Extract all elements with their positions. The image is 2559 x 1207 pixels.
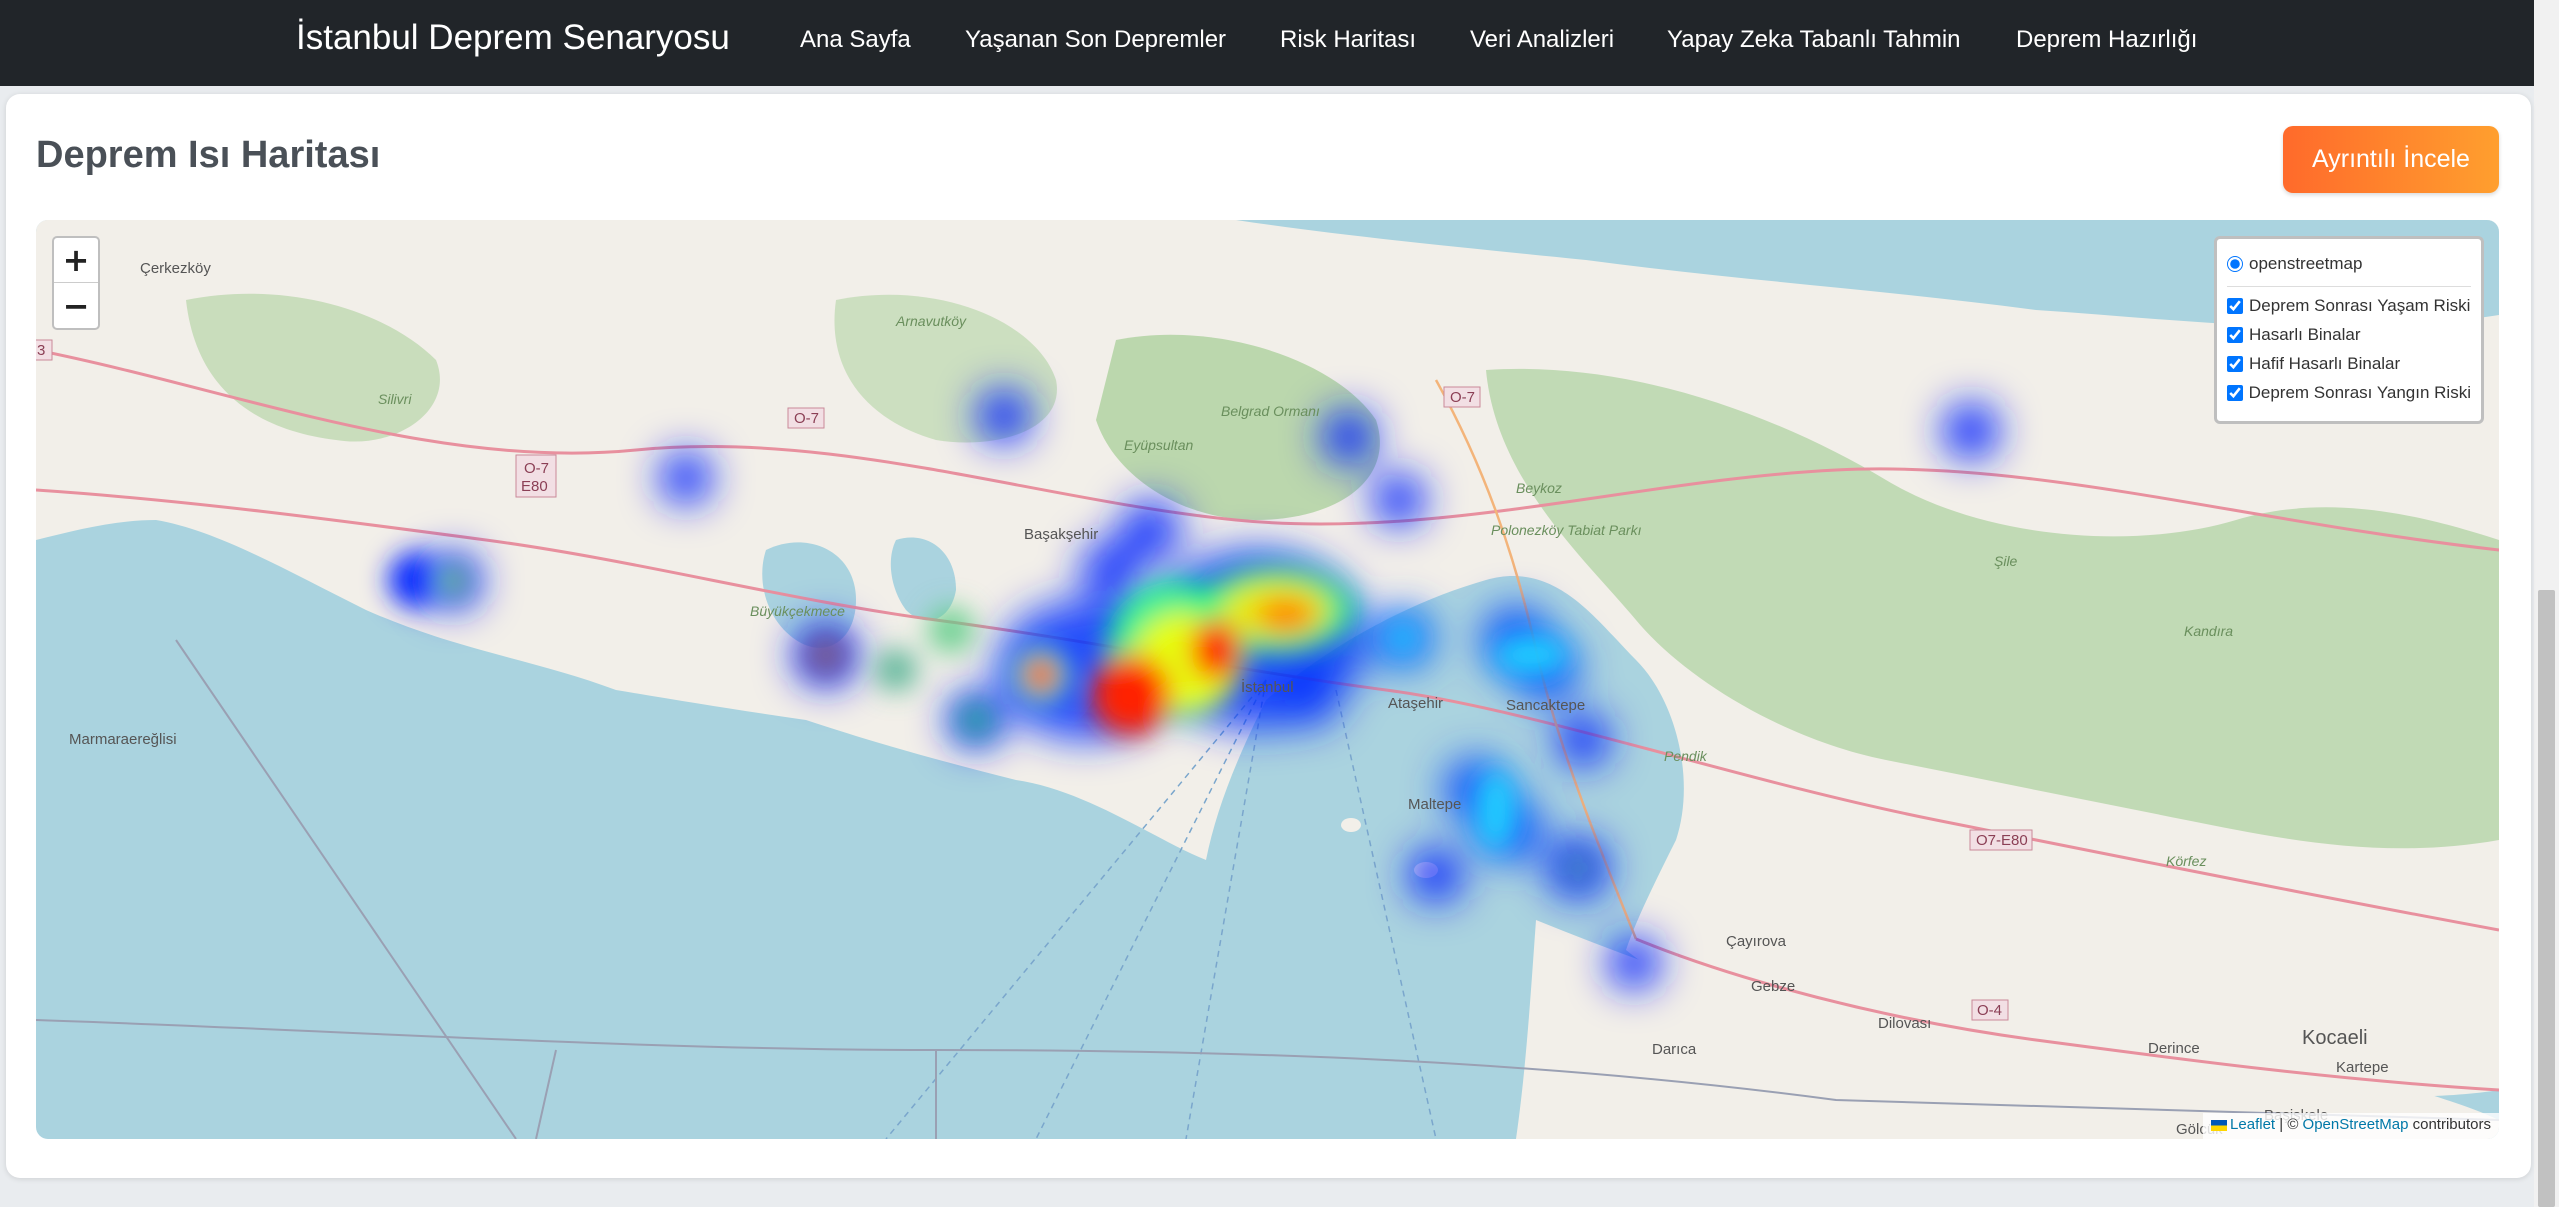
label-silivri: Silivri <box>378 391 412 407</box>
base-layer-radio[interactable] <box>2227 255 2243 272</box>
label-kartepe: Kartepe <box>2336 1059 2389 1076</box>
top-navbar: İstanbul Deprem Senaryosu Ana Sayfa Yaşa… <box>0 0 2534 86</box>
leaflet-link[interactable]: Leaflet <box>2230 1116 2275 1133</box>
detail-button[interactable]: Ayrıntılı İncele <box>2283 126 2499 193</box>
card-title: Deprem Isı Haritası <box>36 134 381 176</box>
layer-control: openstreetmap Deprem Sonrası Yaşam Riski… <box>2214 236 2484 424</box>
label-atasehir: Ataşehir <box>1388 695 1443 712</box>
zoom-control: + − <box>52 236 100 330</box>
navbar-brand[interactable]: İstanbul Deprem Senaryosu <box>296 18 730 58</box>
label-polonezkoy: Polonezköy Tabiat Parkı <box>1491 522 1642 538</box>
zoom-out-button[interactable]: − <box>54 283 98 328</box>
overlay-option-lightly-damaged[interactable]: Hafif Hasarlı Binalar <box>2227 349 2471 378</box>
label-sancaktepe: Sancaktepe <box>1506 697 1585 714</box>
overlay-option-fire-risk[interactable]: Deprem Sonrası Yangın Riski <box>2227 378 2471 407</box>
ukraine-flag-icon <box>2211 1119 2228 1131</box>
label-kocaeli: Kocaeli <box>2302 1027 2368 1049</box>
label-istanbul: İstanbul <box>1241 678 1294 696</box>
label-dilovasi: Dilovası <box>1878 1015 1931 1032</box>
overlay-label-damaged-buildings: Hasarlı Binalar <box>2249 324 2361 344</box>
overlay-checkbox-life-risk[interactable] <box>2227 297 2243 314</box>
island <box>1341 818 1361 832</box>
overlay-option-damaged-buildings[interactable]: Hasarlı Binalar <box>2227 320 2471 349</box>
label-marmaraereglisi: Marmaraereğlisi <box>69 731 177 748</box>
nav-link-ai-prediction[interactable]: Yapay Zeka Tabanlı Tahmin <box>1667 26 1961 54</box>
label-derince: Derince <box>2148 1040 2200 1057</box>
label-cayirova: Çayırova <box>1726 933 1787 950</box>
road-label-3: 3 <box>37 342 45 359</box>
label-buyukcekmece: Büyükçekmece <box>750 603 845 619</box>
heatmap-map[interactable]: Çerkezköy Silivri Arnavutköy Başakşehir … <box>36 220 2499 1139</box>
base-layer-label: openstreetmap <box>2249 253 2363 273</box>
road-label-o7-west: O-7 <box>524 460 549 477</box>
attribution-suffix: contributors <box>2408 1116 2491 1133</box>
overlay-checkbox-lightly-damaged[interactable] <box>2227 355 2243 372</box>
label-kandira: Kandıra <box>2184 623 2233 639</box>
road-label-e80: E80 <box>521 478 548 495</box>
overlay-checkbox-fire-risk[interactable] <box>2227 384 2243 401</box>
attribution-separator: | © <box>2275 1116 2303 1133</box>
nav-link-data-analysis[interactable]: Veri Analizleri <box>1470 26 1614 54</box>
road-label-o7-north: O-7 <box>1450 389 1475 406</box>
label-arnavutkoy: Arnavutköy <box>895 313 967 329</box>
osm-link[interactable]: OpenStreetMap <box>2303 1116 2409 1133</box>
label-korfez: Körfez <box>2166 853 2206 869</box>
base-layer-option[interactable]: openstreetmap <box>2227 249 2471 278</box>
overlay-option-life-risk[interactable]: Deprem Sonrası Yaşam Riski <box>2227 291 2471 320</box>
nav-link-risk-map[interactable]: Risk Haritası <box>1280 26 1416 54</box>
label-beykoz: Beykoz <box>1516 480 1562 496</box>
label-gebze: Gebze <box>1751 978 1795 995</box>
label-maltepe: Maltepe <box>1408 796 1461 813</box>
layer-separator <box>2227 286 2471 287</box>
nav-link-earthquake-preparedness[interactable]: Deprem Hazırlığı <box>2016 26 2197 54</box>
label-darica: Darıca <box>1652 1041 1697 1058</box>
label-cerkezkoy: Çerkezköy <box>140 260 211 277</box>
overlay-checkbox-damaged-buildings[interactable] <box>2227 326 2243 343</box>
zoom-in-button[interactable]: + <box>54 238 98 283</box>
overlay-label-lightly-damaged: Hafif Hasarlı Binalar <box>2249 353 2401 373</box>
map-tiles: Çerkezköy Silivri Arnavutköy Başakşehir … <box>36 220 2499 1139</box>
road-label-o7: O-7 <box>794 410 819 427</box>
nav-link-home[interactable]: Ana Sayfa <box>800 26 911 54</box>
label-pendik: Pendik <box>1664 748 1708 764</box>
label-sile: Şile <box>1994 553 2018 569</box>
scrollbar-thumb[interactable] <box>2538 590 2555 1207</box>
label-belgrad: Belgrad Ormanı <box>1221 403 1320 419</box>
overlay-label-fire-risk: Deprem Sonrası Yangın Riski <box>2248 382 2471 402</box>
road-label-o7-e80: O7-E80 <box>1976 832 2028 849</box>
nav-link-recent-earthquakes[interactable]: Yaşanan Son Depremler <box>965 26 1226 54</box>
map-attribution: Leaflet | © OpenStreetMap contributors <box>2203 1113 2499 1139</box>
overlay-label-life-risk: Deprem Sonrası Yaşam Riski <box>2249 295 2471 315</box>
label-eyupsultan: Eyüpsultan <box>1124 437 1193 453</box>
road-label-o4: O-4 <box>1977 1002 2002 1019</box>
label-basaksehir: Başakşehir <box>1024 526 1098 543</box>
